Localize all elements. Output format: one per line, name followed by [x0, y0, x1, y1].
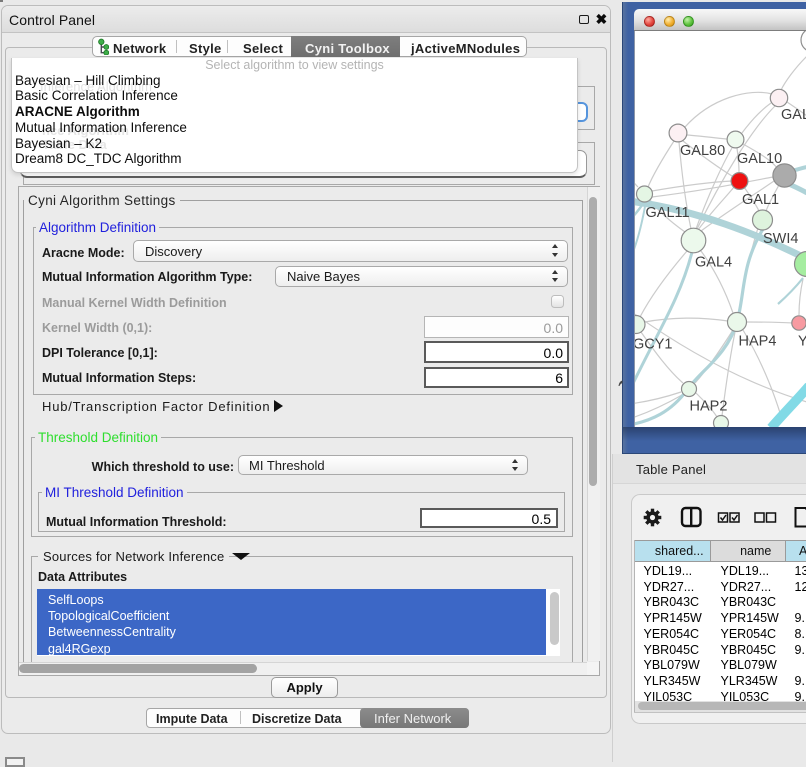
svg-text:HAP2: HAP2 — [689, 399, 727, 415]
svg-text:HAP4: HAP4 — [738, 334, 776, 350]
svg-text:GAL4: GAL4 — [695, 255, 732, 271]
svg-text:GCY1: GCY1 — [634, 337, 673, 353]
svg-text:GAL10: GAL10 — [737, 151, 782, 167]
svg-text:SWI4: SWI4 — [763, 231, 798, 247]
svg-text:GAL80: GAL80 — [680, 143, 725, 159]
svg-text:GAL1: GAL1 — [742, 192, 779, 208]
svg-text:GAL2: GAL2 — [781, 107, 806, 123]
svg-text:GAL11: GAL11 — [645, 205, 689, 221]
svg-text:YB: YB — [798, 334, 806, 350]
